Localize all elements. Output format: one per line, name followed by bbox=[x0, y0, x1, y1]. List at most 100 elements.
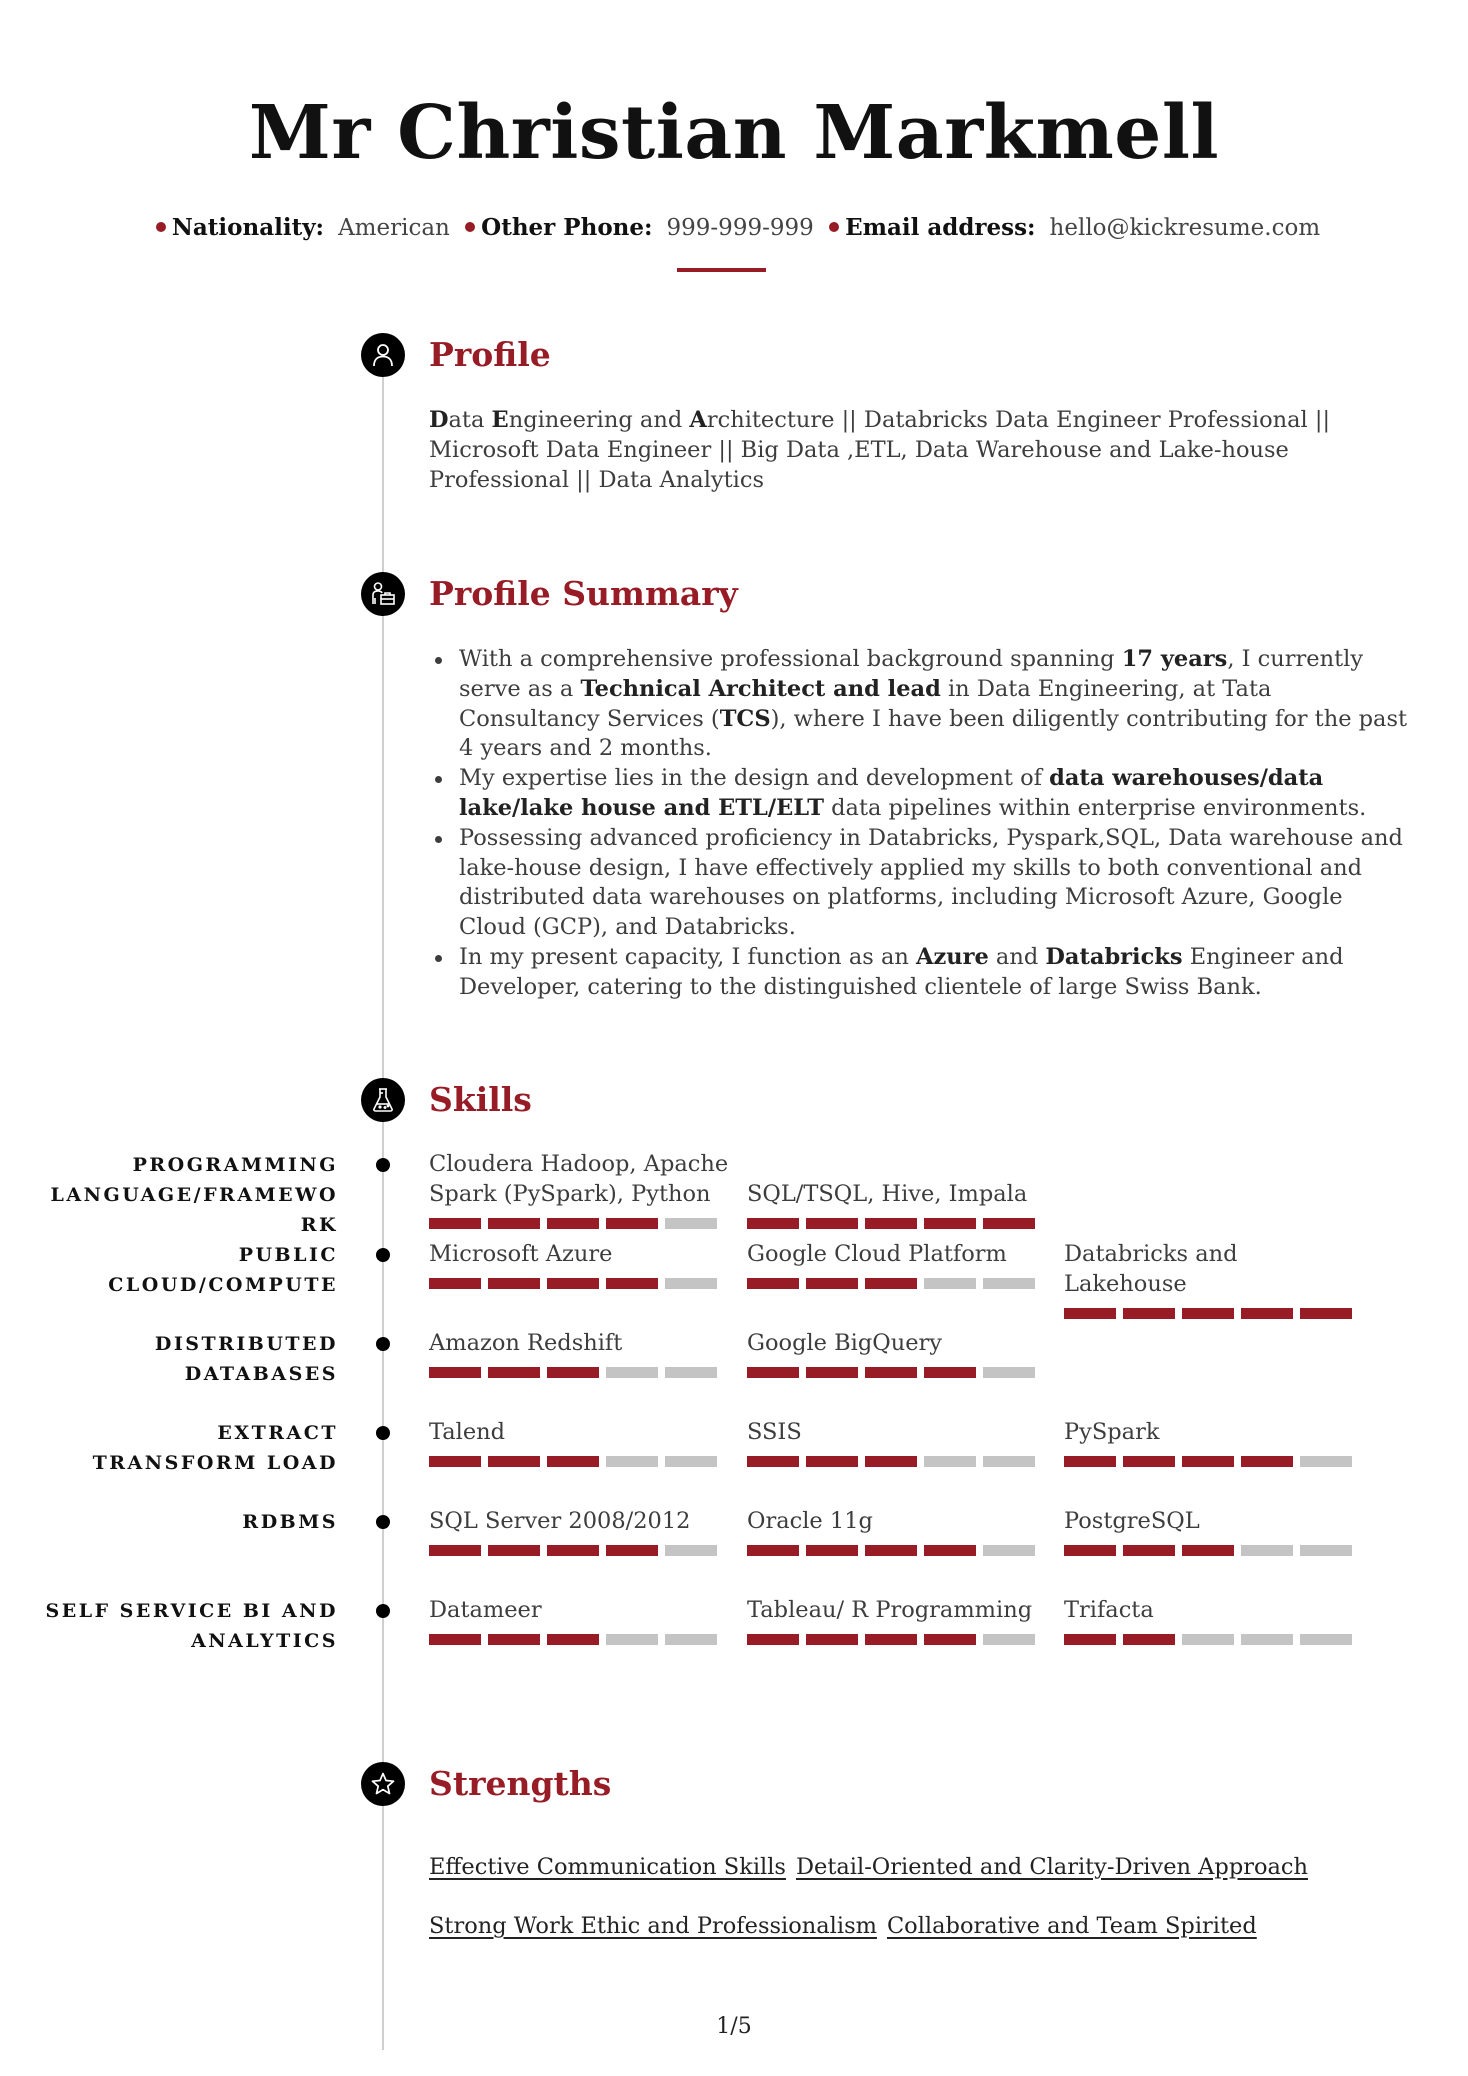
skill-item: SQL Server 2008/2012 bbox=[429, 1507, 729, 1556]
user-briefcase-icon bbox=[361, 572, 405, 616]
text-run: ngineering and bbox=[508, 407, 690, 433]
timeline-dot bbox=[376, 1158, 390, 1172]
skill-category-label: EXTRACT TRANSFORM LOAD bbox=[38, 1418, 338, 1478]
timeline-dot bbox=[376, 1604, 390, 1618]
skill-name: PostgreSQL bbox=[1064, 1508, 1200, 1534]
skill-level-bar bbox=[429, 1277, 729, 1289]
flask-icon bbox=[361, 1078, 405, 1122]
level-segment-filled bbox=[429, 1366, 481, 1378]
text-run: and bbox=[988, 943, 1046, 970]
strengths-list: Effective Communication Skills Detail-Ori… bbox=[429, 1852, 1379, 1970]
skill-category-line: DATABASES bbox=[184, 1363, 338, 1385]
strength-tag: Detail-Oriented and Clarity-Driven Appro… bbox=[795, 1854, 1309, 1880]
timeline-dot bbox=[376, 1515, 390, 1529]
level-segment-filled bbox=[1182, 1544, 1234, 1556]
level-segment-filled bbox=[1123, 1455, 1175, 1467]
contact-value[interactable]: hello@kickresume.com bbox=[1050, 215, 1321, 241]
strength-tag: Strong Work Ethic and Professionalism bbox=[429, 1913, 877, 1939]
level-segment-empty bbox=[665, 1277, 717, 1289]
skill-category-line: TRANSFORM LOAD bbox=[92, 1452, 338, 1474]
skill-category-line: SELF SERVICE BI AND bbox=[45, 1600, 338, 1622]
skill-category-label: PROGRAMMING LANGUAGE/FRAMEWO RK bbox=[38, 1150, 338, 1240]
bold-text: TCS bbox=[719, 705, 771, 732]
text-run: ata bbox=[448, 407, 492, 433]
level-segment-filled bbox=[1241, 1455, 1293, 1467]
level-segment-filled bbox=[865, 1455, 917, 1467]
skill-category-line: LANGUAGE/FRAMEWO bbox=[50, 1184, 338, 1206]
level-segment-filled bbox=[806, 1277, 858, 1289]
level-segment-empty bbox=[1300, 1544, 1352, 1556]
level-segment-filled bbox=[1123, 1633, 1175, 1645]
level-segment-empty bbox=[606, 1455, 658, 1467]
contact-value: 999-999-999 bbox=[666, 215, 814, 241]
level-segment-filled bbox=[488, 1277, 540, 1289]
level-segment-filled bbox=[924, 1544, 976, 1556]
strengths-row: Strong Work Ethic and Professionalism Col… bbox=[429, 1911, 1379, 1970]
skill-item: PySpark bbox=[1064, 1418, 1364, 1467]
skill-item: Trifacta bbox=[1064, 1596, 1364, 1645]
strength-tag: Effective Communication Skills bbox=[429, 1854, 786, 1880]
level-segment-filled bbox=[488, 1633, 540, 1645]
skill-category-label: SELF SERVICE BI AND ANALYTICS bbox=[38, 1596, 338, 1656]
level-segment-filled bbox=[1182, 1455, 1234, 1467]
level-segment-empty bbox=[924, 1277, 976, 1289]
bullet-dot-icon bbox=[829, 222, 840, 232]
skill-name: Trifacta bbox=[1064, 1597, 1154, 1623]
level-segment-empty bbox=[983, 1633, 1035, 1645]
level-segment-filled bbox=[606, 1544, 658, 1556]
level-segment-empty bbox=[665, 1366, 717, 1378]
contact-item-email: Email address: hello@kickresume.com bbox=[821, 214, 1321, 241]
skill-level-bar bbox=[429, 1455, 729, 1467]
skill-item: Microsoft Azure bbox=[429, 1240, 729, 1289]
skill-item: Databricks and Lakehouse bbox=[1064, 1240, 1364, 1319]
summary-bullet: Possessing advanced proficiency in Datab… bbox=[435, 824, 1409, 943]
level-segment-filled bbox=[547, 1633, 599, 1645]
level-segment-filled bbox=[747, 1455, 799, 1467]
level-segment-filled bbox=[865, 1633, 917, 1645]
skill-name: Google Cloud Platform bbox=[747, 1241, 1007, 1267]
profile-text: Data Engineering and Architecture || Dat… bbox=[429, 406, 1349, 495]
level-segment-filled bbox=[547, 1277, 599, 1289]
skill-name: Microsoft Azure bbox=[429, 1241, 613, 1267]
level-segment-filled bbox=[1064, 1633, 1116, 1645]
level-segment-filled bbox=[924, 1366, 976, 1378]
skill-name: Amazon Redshift bbox=[429, 1330, 623, 1356]
bold-text: 17 years bbox=[1121, 646, 1228, 672]
level-segment-empty bbox=[1300, 1633, 1352, 1645]
level-segment-filled bbox=[924, 1217, 976, 1229]
text-run: data pipelines within enterprise environ… bbox=[823, 794, 1367, 821]
level-segment-filled bbox=[1064, 1455, 1116, 1467]
level-segment-filled bbox=[547, 1366, 599, 1378]
skill-item: SQL/TSQL, Hive, Impala bbox=[747, 1150, 1047, 1229]
skill-level-bar bbox=[747, 1277, 1047, 1289]
level-segment-empty bbox=[606, 1633, 658, 1645]
section-title-skills: Skills bbox=[429, 1080, 532, 1119]
level-segment-filled bbox=[865, 1366, 917, 1378]
summary-bullet: In my present capacity, I function as an… bbox=[435, 943, 1409, 1003]
skill-name: Datameer bbox=[429, 1597, 542, 1623]
level-segment-filled bbox=[747, 1366, 799, 1378]
skill-level-bar bbox=[747, 1633, 1047, 1645]
skill-category-line: ANALYTICS bbox=[191, 1630, 338, 1652]
skill-level-bar bbox=[429, 1633, 729, 1645]
skill-name: Cloudera Hadoop, Apache bbox=[429, 1151, 729, 1177]
skill-item: Cloudera Hadoop, Apache Spark (PySpark), … bbox=[429, 1150, 729, 1229]
level-segment-empty bbox=[665, 1633, 717, 1645]
skill-level-bar bbox=[747, 1217, 1047, 1229]
bold-text: A bbox=[689, 407, 707, 433]
skill-category-line: DISTRIBUTED bbox=[154, 1333, 338, 1355]
skill-name: Talend bbox=[429, 1419, 506, 1445]
strengths-row: Effective Communication Skills Detail-Ori… bbox=[429, 1852, 1379, 1911]
level-segment-empty bbox=[606, 1366, 658, 1378]
skill-name: Spark (PySpark), Python bbox=[429, 1180, 711, 1207]
level-segment-filled bbox=[806, 1366, 858, 1378]
contact-item-nationality: Nationality: American bbox=[148, 214, 457, 241]
contact-label: Nationality: bbox=[171, 214, 325, 241]
level-segment-filled bbox=[806, 1633, 858, 1645]
level-segment-filled bbox=[429, 1544, 481, 1556]
skill-category-line: PUBLIC bbox=[238, 1244, 338, 1266]
skill-item: Talend bbox=[429, 1418, 729, 1467]
level-segment-filled bbox=[547, 1455, 599, 1467]
skill-name: SQL/TSQL, Hive, Impala bbox=[747, 1180, 1028, 1207]
level-segment-filled bbox=[747, 1277, 799, 1289]
